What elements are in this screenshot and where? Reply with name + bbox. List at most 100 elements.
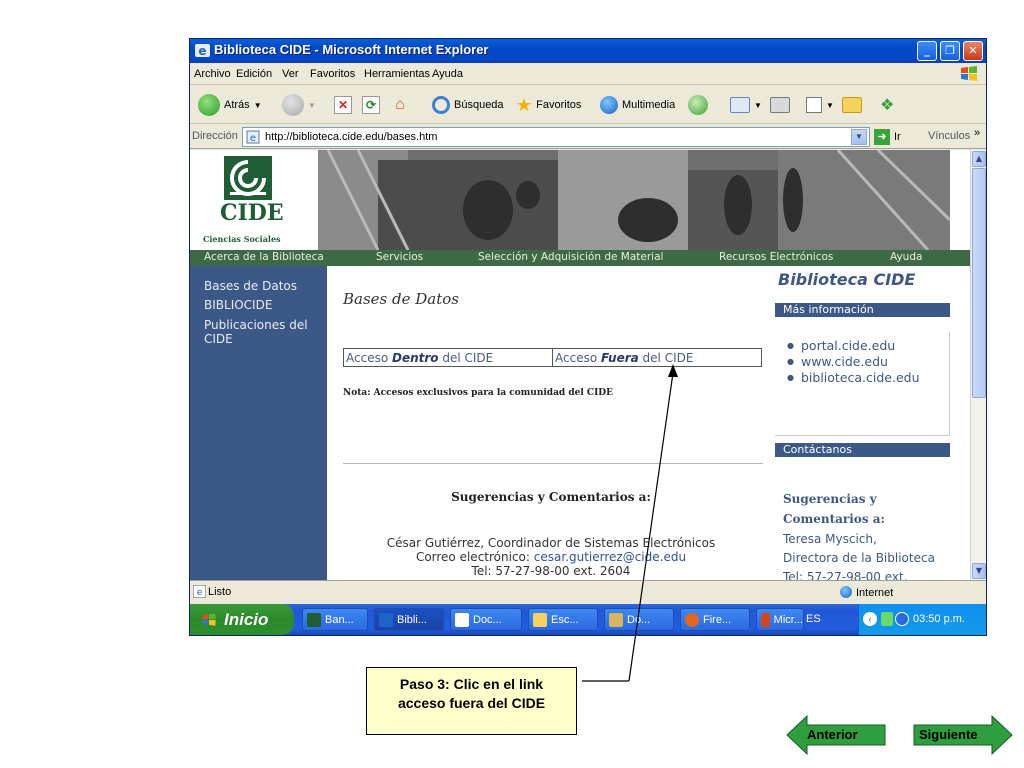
windows-flag-icon bbox=[961, 66, 977, 81]
page-icon: e bbox=[246, 130, 260, 144]
menu-edicion[interactable]: Edición bbox=[236, 68, 272, 80]
sidebar-item-publicaciones-cont[interactable]: CIDE bbox=[204, 332, 233, 346]
task-label: Doc... bbox=[473, 613, 502, 626]
stop-button[interactable]: ✕ bbox=[334, 94, 352, 116]
task-label: Ban... bbox=[325, 613, 354, 626]
site-banner: CIDE Ciencias Sociales bbox=[190, 150, 950, 250]
search-button[interactable]: Búsqueda bbox=[432, 94, 504, 116]
task-firefox[interactable]: Fire... bbox=[680, 608, 750, 631]
app-icon bbox=[609, 612, 623, 627]
menu-archivo[interactable]: Archivo bbox=[194, 68, 231, 80]
scroll-down-icon[interactable]: ▼ bbox=[972, 563, 986, 579]
access-inside-prefix: Acceso bbox=[346, 351, 392, 365]
access-outside-link[interactable]: Acceso Fuera del CIDE bbox=[553, 349, 761, 366]
next-button[interactable]: Siguiente bbox=[912, 714, 1014, 756]
callout-line2: acceso fuera del CIDE bbox=[397, 695, 546, 711]
start-button[interactable]: Inicio bbox=[190, 604, 294, 635]
access-inside-bold: Dentro bbox=[391, 351, 439, 365]
link-portal[interactable]: portal.cide.edu bbox=[787, 338, 895, 353]
sidebar-item-bibliocide[interactable]: BIBLIOCIDE bbox=[204, 298, 272, 312]
search-icon bbox=[432, 96, 450, 114]
go-button[interactable]: ➜ Ir bbox=[874, 128, 914, 146]
previous-button[interactable]: Anterior bbox=[785, 714, 889, 756]
links-label[interactable]: Vínculos bbox=[928, 130, 970, 142]
task-esc[interactable]: Esc... bbox=[528, 608, 598, 631]
menu-ayuda[interactable]: Ayuda bbox=[432, 68, 463, 80]
nav-acerca[interactable]: Acerca de la Biblioteca bbox=[204, 251, 324, 263]
back-button[interactable]: Atrás ▼ bbox=[198, 94, 262, 116]
contact-phone: Tel: 57-27-98-00 ext. 2604 bbox=[471, 564, 631, 578]
address-input[interactable]: e http://biblioteca.cide.edu/bases.htm ▼ bbox=[242, 127, 870, 147]
contact-email-link[interactable]: cesar.gutierrez@cide.edu bbox=[534, 550, 686, 564]
toolbar: Atrás ▼ ▼ ✕ ⟳ ⌂ Búsqueda ★ Favoritos Mul… bbox=[190, 86, 986, 124]
menu-favoritos[interactable]: Favoritos bbox=[310, 68, 355, 80]
close-button[interactable]: ✕ bbox=[963, 41, 983, 61]
edit-button[interactable]: ▼ bbox=[806, 94, 834, 116]
history-button[interactable] bbox=[688, 94, 708, 116]
menu-herramientas[interactable]: Herramientas bbox=[364, 68, 430, 80]
word-app-icon bbox=[455, 612, 469, 627]
cide-app-icon bbox=[307, 612, 321, 627]
more-info-box: portal.cide.edu www.cide.edu biblioteca.… bbox=[775, 332, 950, 436]
status-text: Listo bbox=[208, 586, 232, 598]
mail-icon bbox=[730, 97, 750, 113]
home-button[interactable]: ⌂ bbox=[390, 94, 410, 116]
maximize-button[interactable]: ❐ bbox=[940, 41, 960, 61]
access-outside-prefix: Acceso bbox=[555, 351, 601, 365]
instruction-callout: Paso 3: Clic en el link acceso fuera del… bbox=[366, 667, 577, 735]
stop-icon: ✕ bbox=[334, 96, 352, 114]
language-indicator[interactable]: ES bbox=[806, 613, 821, 625]
access-outside-bold: Fuera bbox=[600, 351, 639, 365]
task-micr[interactable]: Micr... bbox=[756, 608, 804, 631]
task-ban[interactable]: Ban... bbox=[302, 608, 368, 631]
link-biblioteca[interactable]: biblioteca.cide.edu bbox=[787, 370, 920, 385]
dropdown-arrow-icon: ▼ bbox=[253, 100, 262, 110]
menu-ver[interactable]: Ver bbox=[282, 68, 299, 80]
messenger-button[interactable]: ❖ bbox=[880, 94, 894, 116]
minimize-button[interactable]: _ bbox=[917, 41, 937, 61]
nav-recursos[interactable]: Recursos Electrónicos bbox=[719, 251, 833, 263]
audio-icon[interactable] bbox=[895, 612, 909, 626]
forward-button[interactable]: ▼ bbox=[282, 94, 316, 116]
refresh-icon: ⟳ bbox=[362, 96, 380, 114]
multimedia-button[interactable]: Multimedia bbox=[600, 94, 675, 116]
address-dropdown-icon[interactable]: ▼ bbox=[851, 129, 867, 145]
tray-expand-icon[interactable]: ‹ bbox=[863, 612, 877, 626]
sidebar-item-publicaciones[interactable]: Publicaciones del bbox=[204, 318, 308, 332]
folder-button[interactable] bbox=[842, 94, 862, 116]
nav-seleccion[interactable]: Selección y Adquisición de Material bbox=[478, 251, 663, 263]
nav-ayuda[interactable]: Ayuda bbox=[890, 251, 922, 263]
refresh-button[interactable]: ⟳ bbox=[362, 94, 380, 116]
site-sidebar: Bases de Datos BIBLIOCIDE Publicaciones … bbox=[190, 266, 327, 580]
address-url: http://biblioteca.cide.edu/bases.htm bbox=[265, 131, 438, 143]
callout-line1: Paso 3: Clic en el link bbox=[399, 676, 544, 692]
sidebar-item-bases[interactable]: Bases de Datos bbox=[204, 279, 297, 293]
favorites-button[interactable]: ★ Favoritos bbox=[516, 94, 581, 116]
scroll-up-icon[interactable]: ▲ bbox=[972, 151, 986, 167]
suggestions-heading: Sugerencias y Comentarios a: bbox=[451, 490, 651, 504]
cide-logo: CIDE Ciencias Sociales bbox=[190, 150, 318, 250]
task-doc[interactable]: Doc... bbox=[450, 608, 522, 631]
vertical-scrollbar[interactable]: ▲ ▼ bbox=[970, 150, 986, 580]
search-label: Búsqueda bbox=[454, 99, 504, 111]
link-www[interactable]: www.cide.edu bbox=[787, 354, 888, 369]
print-button[interactable] bbox=[770, 94, 790, 116]
mail-button[interactable]: ▼ bbox=[730, 94, 762, 116]
multimedia-label: Multimedia bbox=[622, 99, 676, 111]
powerpoint-app-icon bbox=[761, 612, 770, 627]
banner-photo bbox=[318, 150, 950, 250]
system-tray: ‹ 03:50 p.m. bbox=[858, 604, 986, 635]
folder-app-icon bbox=[533, 612, 547, 627]
chevron-right-icon[interactable]: » bbox=[974, 127, 980, 139]
nav-servicios[interactable]: Servicios bbox=[376, 251, 423, 263]
scroll-thumb[interactable] bbox=[972, 168, 986, 398]
access-inside-link[interactable]: Acceso Dentro del CIDE bbox=[344, 349, 553, 366]
edit-icon bbox=[806, 97, 822, 113]
network-icon[interactable] bbox=[881, 612, 893, 626]
task-do[interactable]: Do... bbox=[604, 608, 674, 631]
contact-email-line: Correo electrónico: cesar.gutierrez@cide… bbox=[327, 550, 775, 564]
svg-text:e: e bbox=[198, 44, 206, 58]
task-biblioteca[interactable]: Bibli... bbox=[374, 608, 444, 631]
contact-email-label: Correo electrónico: bbox=[415, 550, 534, 564]
director-title: Directora de la Biblioteca bbox=[783, 551, 935, 565]
